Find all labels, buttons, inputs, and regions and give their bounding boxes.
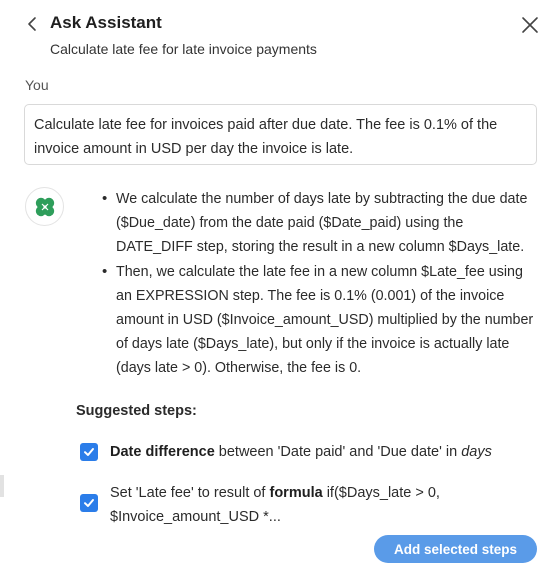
step-label: Set 'Late fee' to result of formula if($… xyxy=(110,481,540,529)
response-bullet: Then, we calculate the late fee in a new… xyxy=(100,260,540,381)
step-checkbox[interactable] xyxy=(80,494,98,512)
step-prefix: Set 'Late fee' to result of xyxy=(110,485,270,501)
suggested-steps-title: Suggested steps: xyxy=(76,403,197,419)
step-label: Date difference between 'Date paid' and … xyxy=(110,440,540,464)
page-title: Ask Assistant xyxy=(50,13,162,32)
step-line-1: Set 'Late fee' to result of formula if($… xyxy=(110,481,540,505)
step-detail: if($Days_late > 0, xyxy=(322,485,440,501)
close-button[interactable] xyxy=(519,14,541,36)
step-action: Date difference xyxy=(110,444,215,460)
chevron-left-icon xyxy=(28,17,36,31)
user-label: You xyxy=(25,77,49,93)
page-subtitle: Calculate late fee for late invoice paym… xyxy=(50,41,317,57)
step-line-2: $Invoice_amount_USD *... xyxy=(110,509,281,525)
close-icon xyxy=(522,17,538,33)
step-action: formula xyxy=(269,485,323,501)
checkmark-icon xyxy=(84,499,94,507)
assistant-avatar xyxy=(25,187,64,226)
step-unit: days xyxy=(461,444,492,460)
checkmark-icon xyxy=(84,448,94,456)
panel-resize-handle[interactable] xyxy=(0,475,4,497)
step-detail: between 'Date paid' and 'Due date' in xyxy=(214,444,462,460)
step-checkbox[interactable] xyxy=(80,443,98,461)
back-button[interactable] xyxy=(22,12,44,36)
add-selected-steps-button[interactable]: Add selected steps xyxy=(374,535,537,563)
user-message: Calculate late fee for invoices paid aft… xyxy=(24,104,537,165)
clover-icon xyxy=(35,197,54,216)
response-bullet: We calculate the number of days late by … xyxy=(100,187,540,260)
panel-header: Ask Assistant Calculate late fee for lat… xyxy=(0,0,557,70)
assistant-response: We calculate the number of days late by … xyxy=(100,187,540,381)
